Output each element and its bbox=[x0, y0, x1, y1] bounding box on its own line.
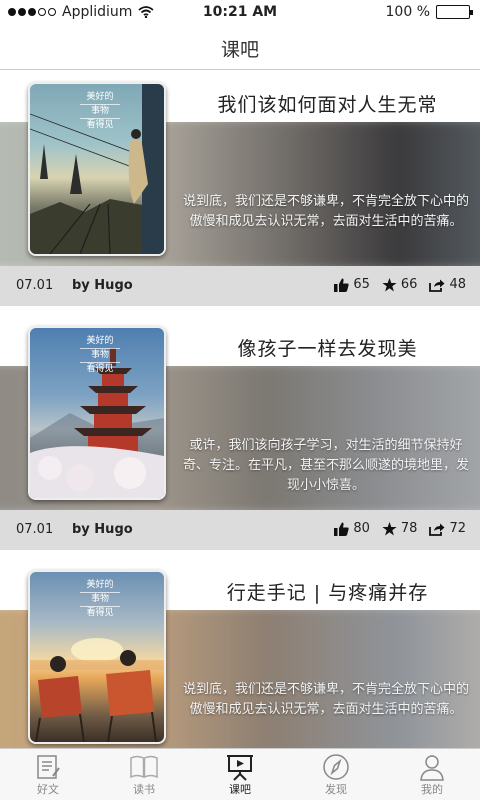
tab-label: 发现 bbox=[325, 783, 347, 796]
card-thumbnail[interactable]: 美好的 事物 看得见 bbox=[28, 326, 166, 500]
lecture-icon bbox=[227, 755, 253, 781]
share-count: 48 bbox=[449, 277, 466, 292]
favorite-count: 66 bbox=[400, 277, 418, 292]
thumbnail-caption: 美好的 事物 看得见 bbox=[74, 336, 126, 375]
lesson-card[interactable]: 行走手记 | 与疼痛并存 说到底，我们还是不够谦卑，不肯完全放下心中的傲慢和成见… bbox=[0, 558, 480, 748]
compass-icon bbox=[323, 754, 349, 780]
share-button[interactable]: 48 bbox=[429, 277, 466, 292]
battery-status: 100 % bbox=[385, 4, 473, 20]
card-thumbnail[interactable]: 美好的 事物 看得见 bbox=[28, 570, 166, 744]
star-icon bbox=[382, 277, 397, 291]
tab-articles[interactable]: 好文 bbox=[0, 749, 96, 800]
tab-label: 我的 bbox=[421, 783, 443, 796]
author-name[interactable]: by Hugo bbox=[72, 278, 133, 293]
book-icon bbox=[130, 755, 158, 779]
profile-icon bbox=[420, 755, 444, 781]
page-title: 课吧 bbox=[220, 39, 259, 61]
share-count: 72 bbox=[449, 521, 466, 536]
share-button[interactable]: 72 bbox=[429, 521, 466, 536]
like-count: 80 bbox=[353, 521, 370, 536]
battery-percent: 100 % bbox=[385, 4, 430, 20]
thumbs-up-icon bbox=[334, 522, 349, 536]
lesson-feed[interactable]: 我们该如何面对人生无常 说到底，我们还是不够谦卑，不肯完全放下心中的傲慢和成见去… bbox=[0, 70, 480, 748]
tab-label: 读书 bbox=[133, 783, 155, 796]
card-meta-bar: 07.01 by Hugo 65 66 48 bbox=[0, 266, 480, 306]
status-bar: Applidium 10:21 AM 100 % bbox=[0, 0, 480, 26]
tab-reading[interactable]: 读书 bbox=[96, 749, 192, 800]
favorite-count: 78 bbox=[400, 521, 418, 536]
like-button[interactable]: 65 bbox=[334, 277, 370, 292]
tab-lectures[interactable]: 课吧 bbox=[192, 749, 288, 800]
navigation-bar: 课吧 bbox=[0, 26, 480, 70]
article-icon bbox=[37, 755, 60, 779]
favorite-button[interactable]: 78 bbox=[382, 521, 418, 536]
star-icon bbox=[382, 521, 397, 535]
card-title[interactable]: 我们该如何面对人生无常 bbox=[180, 90, 475, 117]
card-title[interactable]: 像孩子一样去发现美 bbox=[180, 334, 475, 361]
favorite-button[interactable]: 66 bbox=[382, 277, 418, 292]
battery-icon bbox=[436, 5, 473, 19]
tab-label: 好文 bbox=[37, 783, 59, 796]
publish-date: 07.01 bbox=[16, 278, 54, 293]
tab-profile[interactable]: 我的 bbox=[384, 749, 480, 800]
lesson-card[interactable]: 像孩子一样去发现美 或许，我们该向孩子学习，对生活的细节保持好奇、专注。在平凡，… bbox=[0, 314, 480, 558]
thumbnail-caption: 美好的 事物 看得见 bbox=[74, 92, 126, 131]
thumbnail-caption: 美好的 事物 看得见 bbox=[74, 580, 126, 619]
card-meta-bar: 07.01 by Hugo 80 78 72 bbox=[0, 510, 480, 550]
lesson-card[interactable]: 我们该如何面对人生无常 说到底，我们还是不够谦卑，不肯完全放下心中的傲慢和成见去… bbox=[0, 70, 480, 314]
card-summary: 说到底，我们还是不够谦卑，不肯完全放下心中的傲慢和成见去认识无常，去面对生活中的… bbox=[182, 194, 469, 229]
card-summary: 或许，我们该向孩子学习，对生活的细节保持好奇、专注。在平凡，甚至不那么顺遂的境地… bbox=[182, 438, 469, 493]
card-stats: 65 66 48 bbox=[334, 277, 466, 292]
tab-discover[interactable]: 发现 bbox=[288, 749, 384, 800]
share-icon bbox=[429, 523, 445, 536]
tab-bar: 好文 读书 课吧 发现 我的 bbox=[0, 748, 480, 800]
publish-date: 07.01 bbox=[16, 522, 54, 537]
share-icon bbox=[429, 279, 445, 292]
card-summary: 说到底，我们还是不够谦卑，不肯完全放下心中的傲慢和成见去认识无常，去面对生活中的… bbox=[182, 682, 469, 717]
like-count: 65 bbox=[353, 277, 370, 292]
thumbs-up-icon bbox=[334, 278, 349, 292]
like-button[interactable]: 80 bbox=[334, 521, 370, 536]
card-title[interactable]: 行走手记 | 与疼痛并存 bbox=[180, 578, 475, 605]
author-name[interactable]: by Hugo bbox=[72, 522, 133, 537]
tab-label: 课吧 bbox=[229, 783, 251, 796]
card-thumbnail[interactable]: 美好的 事物 看得见 bbox=[28, 82, 166, 256]
card-stats: 80 78 72 bbox=[334, 521, 466, 536]
